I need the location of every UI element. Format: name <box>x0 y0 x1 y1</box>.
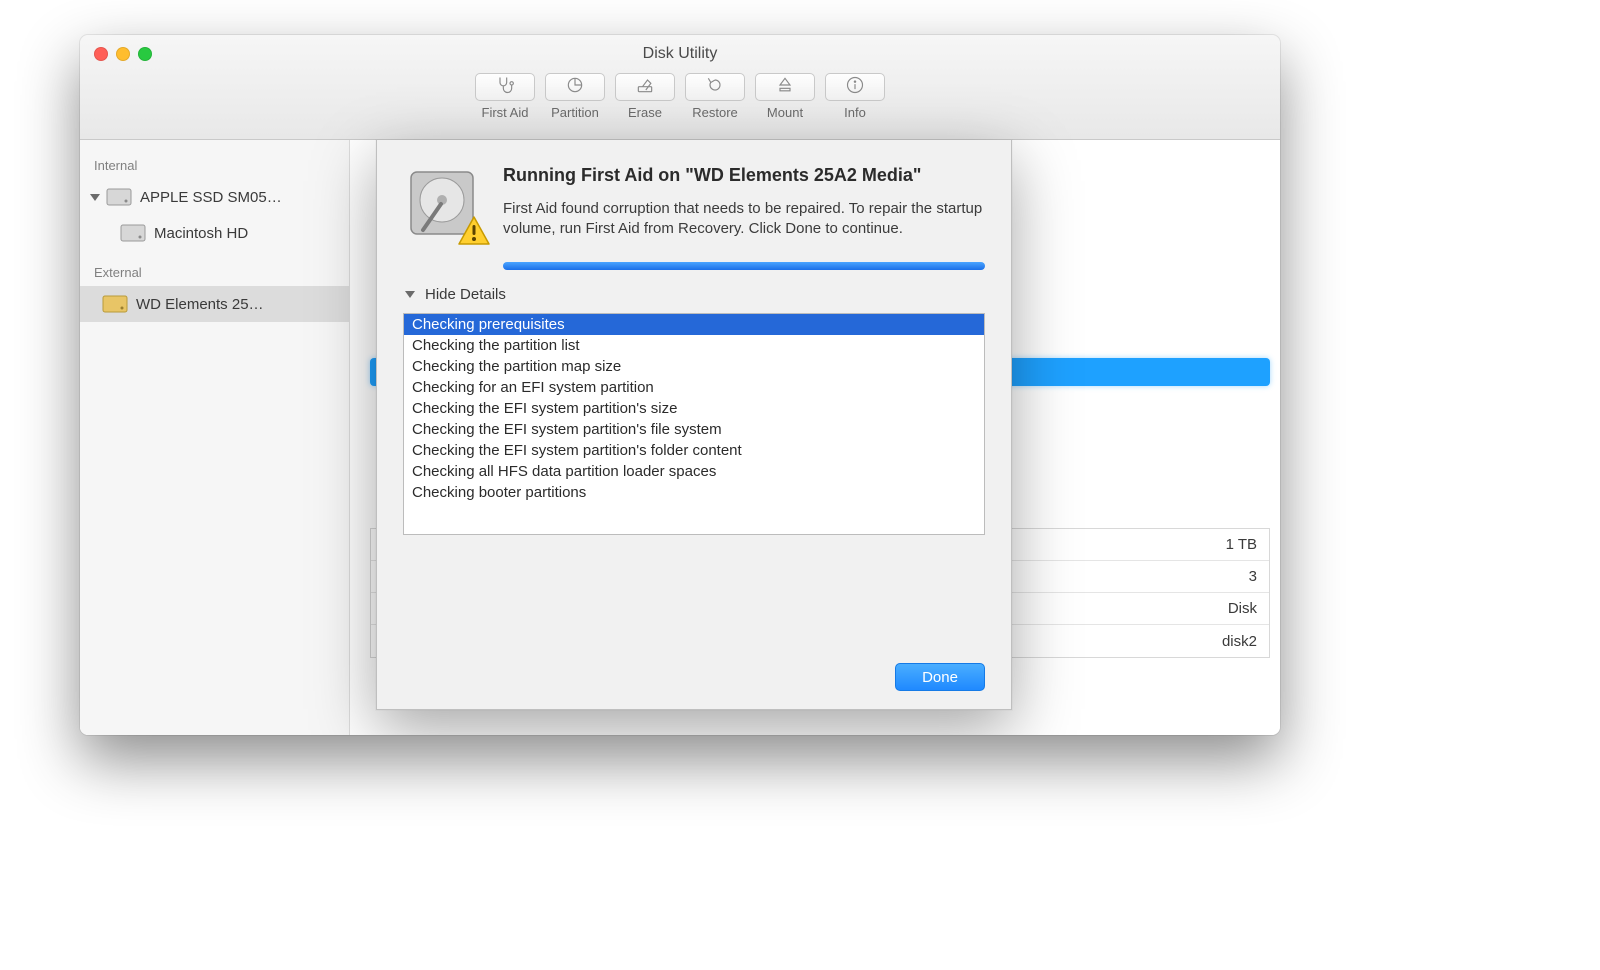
sidebar-section-internal: Internal <box>80 154 349 179</box>
hide-details-toggle[interactable]: Hide Details <box>403 286 985 303</box>
sidebar-item-label: APPLE SSD SM05… <box>140 189 341 206</box>
info-value: disk2 <box>1222 633 1257 650</box>
warning-icon <box>457 214 491 248</box>
first-aid-log[interactable]: Checking prerequisites Checking the part… <box>403 313 985 535</box>
toolbar-item-first-aid[interactable]: First Aid <box>475 73 535 120</box>
log-row[interactable]: Checking prerequisites <box>404 314 984 335</box>
content-area: Internal APPLE SSD SM05… Macintosh HD Ex… <box>80 140 1280 735</box>
log-row[interactable]: Checking the EFI system partition's fold… <box>404 440 984 461</box>
sheet-title: Running First Aid on "WD Elements 25A2 M… <box>503 164 985 187</box>
window-title: Disk Utility <box>80 45 1280 63</box>
mount-icon <box>775 75 795 100</box>
log-row[interactable]: Checking for an EFI system partition <box>404 377 984 398</box>
toolbar: First Aid Partition Erase Restore <box>80 73 1280 120</box>
info-icon <box>845 75 865 100</box>
sidebar: Internal APPLE SSD SM05… Macintosh HD Ex… <box>80 140 350 735</box>
internal-volume-icon <box>120 224 146 242</box>
sidebar-item-external-disk[interactable]: WD Elements 25… <box>80 286 349 322</box>
info-value: 3 <box>1249 568 1257 585</box>
sidebar-section-external: External <box>80 261 349 286</box>
toolbar-item-partition[interactable]: Partition <box>545 73 605 120</box>
toolbar-item-erase[interactable]: Erase <box>615 73 675 120</box>
toolbar-label: Info <box>844 105 866 120</box>
restore-icon <box>705 75 725 100</box>
titlebar: Disk Utility First Aid Partition Erase <box>80 35 1280 140</box>
log-row[interactable]: Checking booter partitions <box>404 482 984 503</box>
external-disk-icon <box>102 295 128 313</box>
toolbar-label: Partition <box>551 105 599 120</box>
chevron-down-icon <box>405 291 415 298</box>
sheet-description: First Aid found corruption that needs to… <box>503 199 985 240</box>
pie-icon <box>565 75 585 100</box>
sidebar-item-internal-volume[interactable]: Macintosh HD <box>80 215 349 251</box>
log-row[interactable]: Checking all HFS data partition loader s… <box>404 461 984 482</box>
toolbar-item-restore[interactable]: Restore <box>685 73 745 120</box>
toolbar-label: First Aid <box>482 105 529 120</box>
chevron-down-icon <box>90 194 100 201</box>
info-value: 1 TB <box>1226 536 1257 553</box>
info-value: Disk <box>1228 600 1257 617</box>
toolbar-label: Mount <box>767 105 803 120</box>
disk-utility-window: Disk Utility First Aid Partition Erase <box>80 35 1280 735</box>
log-row[interactable]: Checking the EFI system partition's file… <box>404 419 984 440</box>
done-button[interactable]: Done <box>895 663 985 691</box>
progress-bar <box>503 262 985 270</box>
internal-disk-icon <box>106 188 132 206</box>
toolbar-item-mount[interactable]: Mount <box>755 73 815 120</box>
hard-drive-icon <box>403 164 481 242</box>
sidebar-item-internal-disk[interactable]: APPLE SSD SM05… <box>80 179 349 215</box>
sidebar-item-label: WD Elements 25… <box>136 296 341 313</box>
stethoscope-icon <box>495 75 515 100</box>
sidebar-item-label: Macintosh HD <box>154 225 341 242</box>
log-row[interactable]: Checking the EFI system partition's size <box>404 398 984 419</box>
toolbar-label: Erase <box>628 105 662 120</box>
log-row[interactable]: Checking the partition list <box>404 335 984 356</box>
details-toggle-label: Hide Details <box>425 286 506 303</box>
log-row[interactable]: Checking the partition map size <box>404 356 984 377</box>
first-aid-sheet: Running First Aid on "WD Elements 25A2 M… <box>376 140 1012 710</box>
erase-icon <box>635 75 655 100</box>
toolbar-item-info[interactable]: Info <box>825 73 885 120</box>
toolbar-label: Restore <box>692 105 738 120</box>
